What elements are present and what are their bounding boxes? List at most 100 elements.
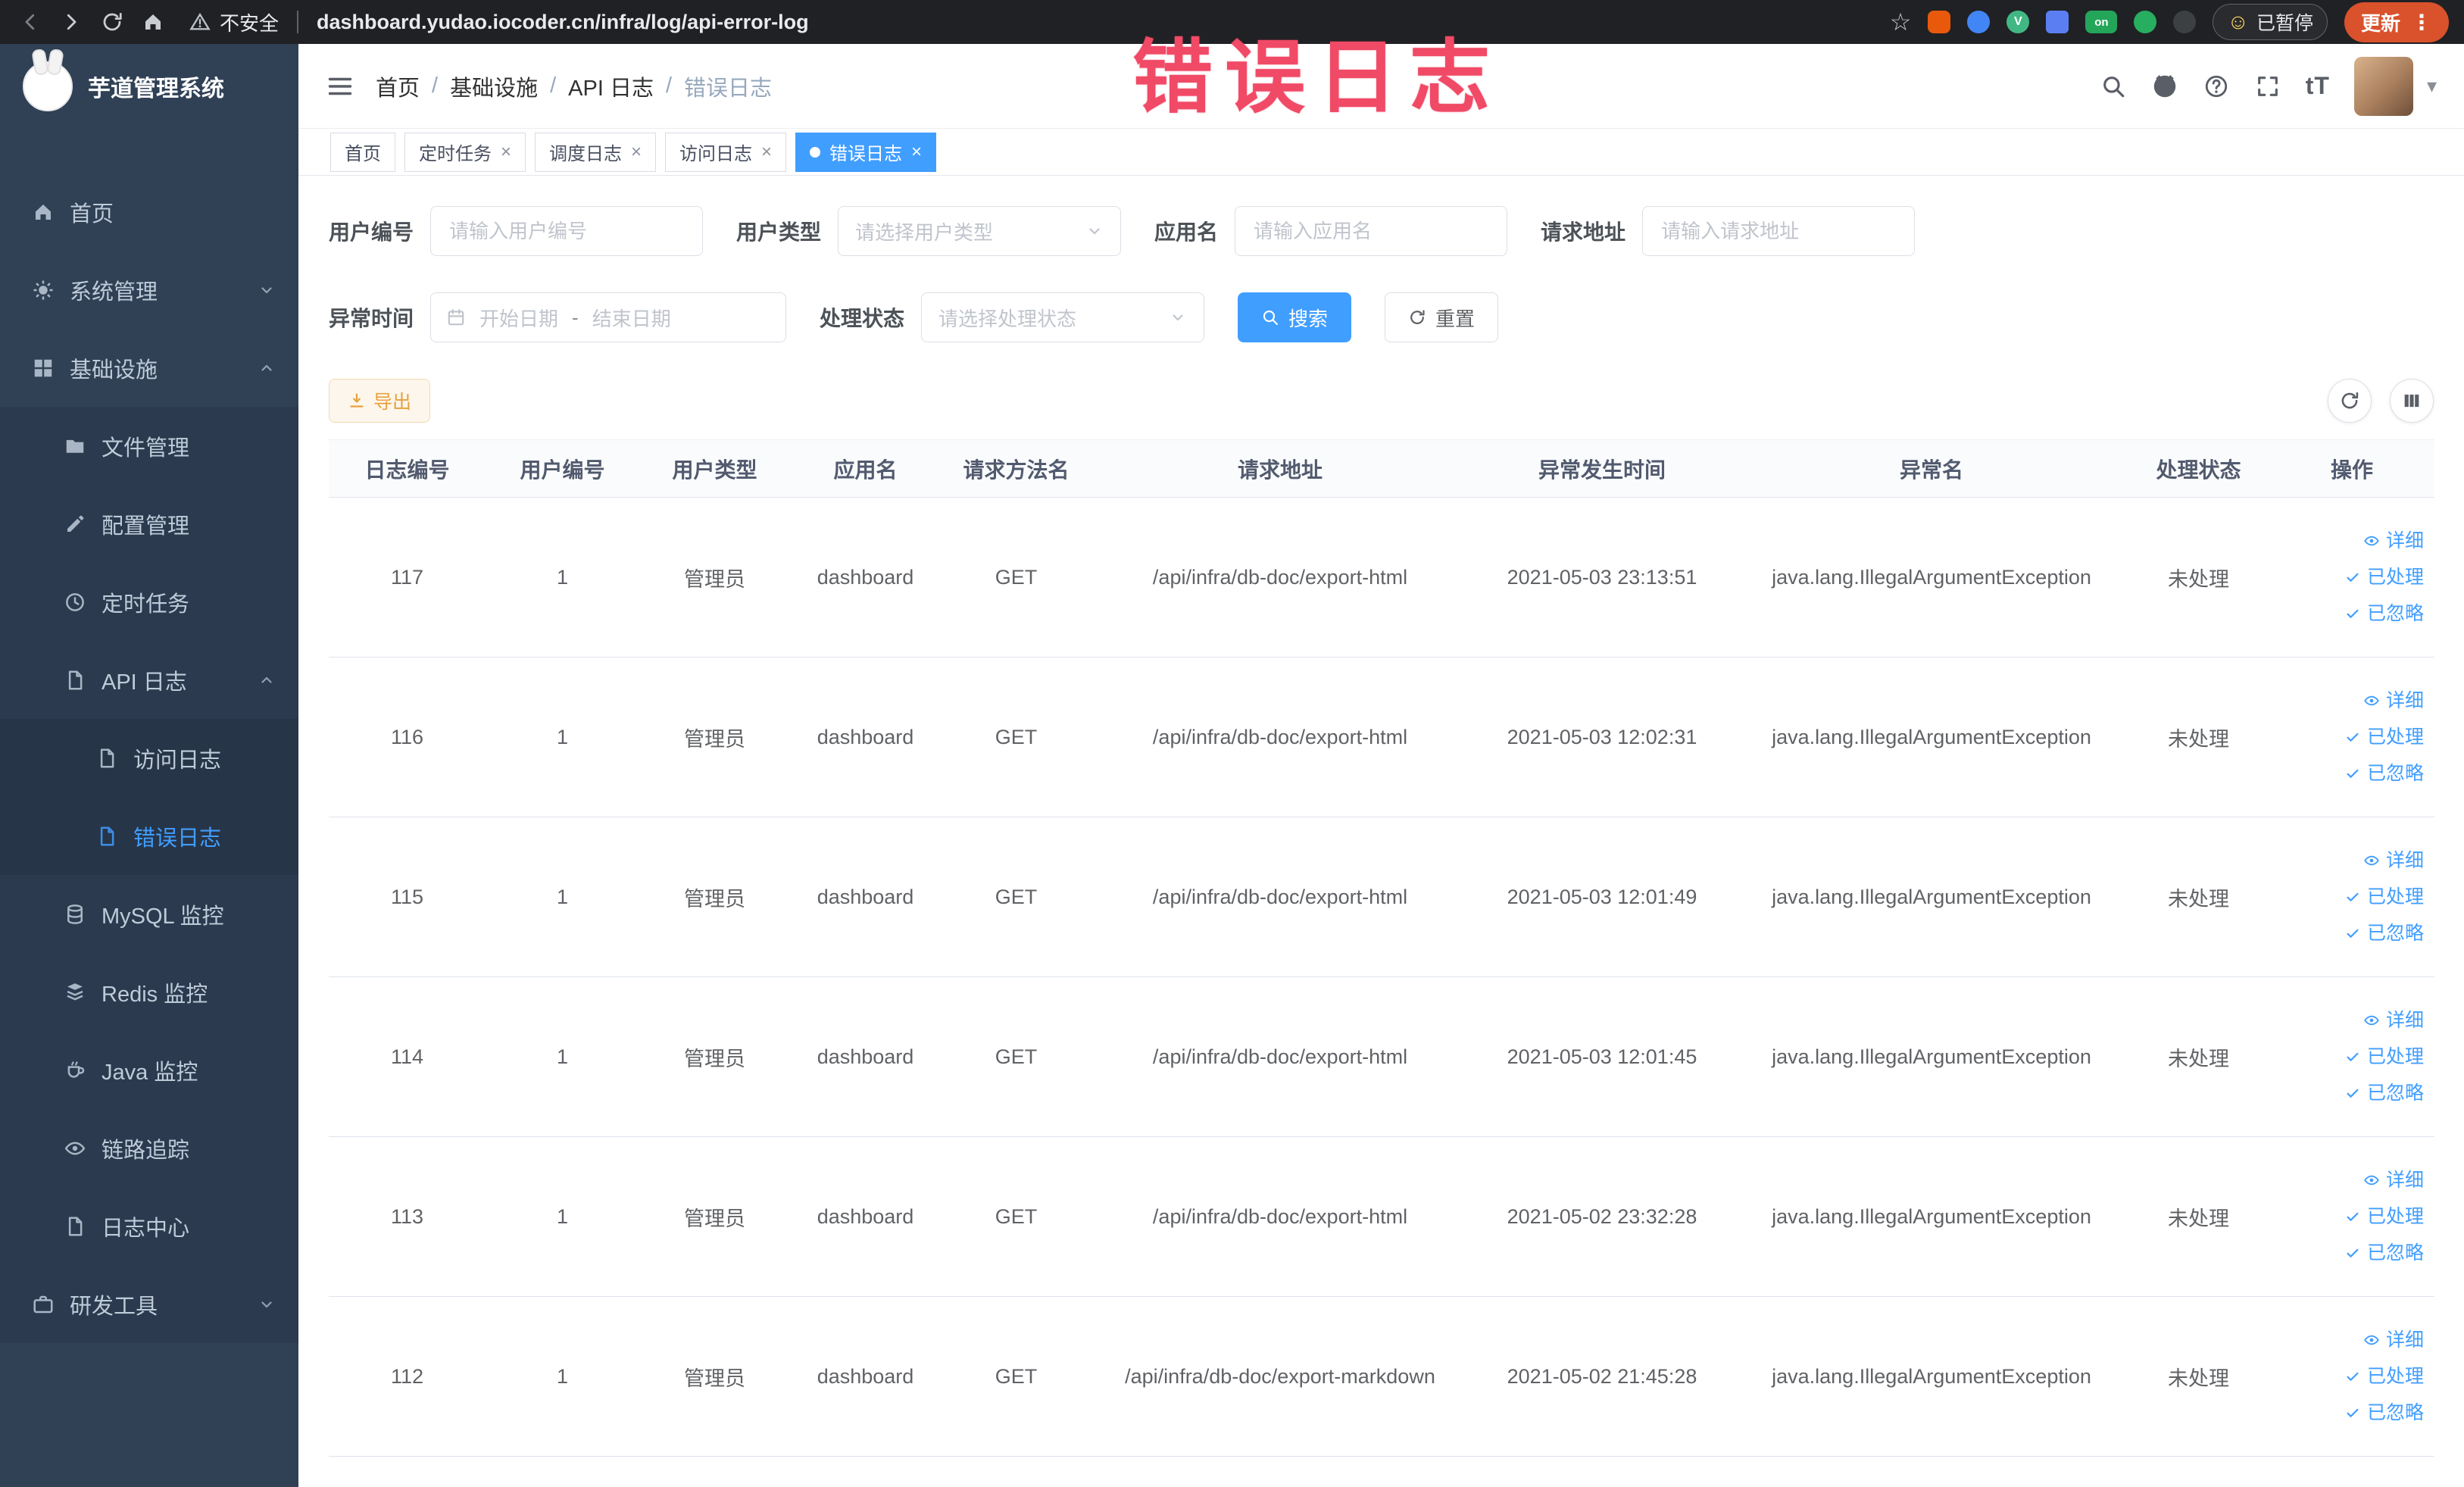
user-id-input[interactable] (430, 206, 704, 256)
eye-icon (2363, 533, 2380, 549)
grid-icon (32, 357, 55, 380)
ignored-link[interactable]: 已忽略 (2275, 1075, 2424, 1111)
breadcrumb-infrastructure[interactable]: 基础设施 (450, 70, 538, 102)
refresh-table-button[interactable] (2328, 379, 2372, 423)
processed-link[interactable]: 已处理 (2275, 1198, 2424, 1235)
search-button[interactable]: 搜索 (1238, 292, 1352, 342)
sidebar-item-infrastructure[interactable]: 基础设施 (0, 329, 298, 407)
extension-icon[interactable] (1928, 11, 1951, 33)
chevron-down-icon (258, 281, 276, 299)
paused-badge-label: 已暂停 (2256, 13, 2313, 34)
forward-icon[interactable] (56, 7, 86, 37)
home-icon[interactable] (138, 7, 168, 37)
error-log-annotation: 错误日志 (1132, 33, 1502, 123)
export-button[interactable]: 导出 (329, 379, 431, 423)
user-avatar[interactable] (2353, 56, 2413, 116)
detail-link[interactable]: 详细 (2275, 523, 2424, 559)
sidebar-item-trace[interactable]: 链路追踪 (0, 1109, 298, 1187)
close-icon[interactable]: × (631, 142, 642, 161)
extension-icon[interactable]: V (2006, 11, 2030, 33)
sidebar-item-java-monitor[interactable]: Java 监控 (0, 1031, 298, 1109)
close-icon[interactable]: × (761, 142, 772, 161)
detail-link[interactable]: 详细 (2275, 1162, 2424, 1198)
processed-link[interactable]: 已处理 (2275, 559, 2424, 595)
extension-icon[interactable] (2134, 11, 2157, 33)
detail-link[interactable]: 详细 (2275, 683, 2424, 719)
browser-menu-icon[interactable]: ⋮ (2411, 10, 2432, 35)
smiley-icon: ☺ (2227, 10, 2249, 33)
sidebar-item-scheduled-tasks[interactable]: 定时任务 (0, 563, 298, 641)
breadcrumb-home[interactable]: 首页 (376, 70, 420, 102)
user-type-select[interactable]: 请选择用户类型 (838, 206, 1122, 256)
request-url-input[interactable] (1642, 206, 1916, 256)
check-icon (2344, 1085, 2361, 1101)
logo[interactable]: 芋道管理系统 (0, 44, 298, 129)
app-name-label: 应用名 (1154, 220, 1219, 244)
sidebar-item-access-log[interactable]: 访问日志 (0, 719, 298, 797)
tab-scheduled-tasks[interactable]: 定时任务 × (404, 132, 526, 172)
sidebar-item-redis-monitor[interactable]: Redis 监控 (0, 953, 298, 1031)
tab-access-log[interactable]: 访问日志 × (665, 132, 787, 172)
reload-icon[interactable] (97, 7, 127, 37)
close-icon[interactable]: × (501, 142, 511, 161)
col-exception-name: 异常名 (1735, 439, 2128, 498)
column-settings-button[interactable] (2390, 379, 2434, 423)
sidebar-item-log-center[interactable]: 日志中心 (0, 1187, 298, 1265)
extension-icon[interactable] (2046, 11, 2069, 33)
extensions-puzzle-icon[interactable] (2173, 11, 2197, 33)
download-icon (348, 392, 366, 410)
process-status-select[interactable]: 请选择处理状态 (921, 292, 1205, 342)
collapse-menu-icon[interactable] (326, 72, 354, 101)
tab-error-log[interactable]: 错误日志 × (795, 132, 937, 172)
check-icon (2344, 729, 2361, 745)
detail-link[interactable]: 详细 (2275, 1002, 2424, 1039)
sidebar-item-error-log[interactable]: 错误日志 (0, 797, 298, 875)
tab-dispatch-log[interactable]: 调度日志 × (535, 132, 657, 172)
toolbox-icon (32, 1293, 55, 1316)
reset-button[interactable]: 重置 (1385, 292, 1499, 342)
sidebar-item-config-management[interactable]: 配置管理 (0, 485, 298, 563)
check-icon (2344, 605, 2361, 622)
help-icon[interactable] (2203, 73, 2230, 100)
paused-badge[interactable]: ☺ 已暂停 (2213, 4, 2328, 40)
address-bar-url[interactable]: dashboard.yudao.iocoder.cn/infra/log/api… (317, 11, 809, 34)
extension-icon[interactable]: on (2085, 11, 2118, 33)
sidebar-item-dev-tools[interactable]: 研发工具 (0, 1265, 298, 1343)
exception-time-range-picker[interactable]: 开始日期 - 结束日期 (430, 292, 787, 342)
close-icon[interactable]: × (911, 142, 922, 161)
bookmark-star-icon[interactable]: ☆ (1890, 8, 1912, 36)
sidebar: 芋道管理系统 首页 系统管理 基础设施 文件管理 配置管理 定时任务 API 日… (0, 44, 298, 1487)
col-actions: 操作 (2269, 439, 2434, 498)
sidebar-item-file-management[interactable]: 文件管理 (0, 407, 298, 485)
extension-icon[interactable] (1967, 11, 1991, 33)
ignored-link[interactable]: 已忽略 (2275, 595, 2424, 632)
tab-home[interactable]: 首页 (330, 132, 395, 172)
ignored-link[interactable]: 已忽略 (2275, 915, 2424, 951)
site-security[interactable]: 不安全 (189, 8, 279, 36)
detail-link[interactable]: 详细 (2275, 842, 2424, 879)
processed-link[interactable]: 已处理 (2275, 879, 2424, 915)
ignored-link[interactable]: 已忽略 (2275, 1235, 2424, 1271)
ignored-link[interactable]: 已忽略 (2275, 755, 2424, 792)
fullscreen-icon[interactable] (2254, 73, 2281, 100)
ignored-link[interactable]: 已忽略 (2275, 1395, 2424, 1431)
processed-link[interactable]: 已处理 (2275, 719, 2424, 755)
sidebar-item-mysql-monitor[interactable]: MySQL 监控 (0, 875, 298, 953)
avatar-caret-icon[interactable]: ▾ (2427, 74, 2437, 98)
sidebar-item-system-management[interactable]: 系统管理 (0, 251, 298, 329)
sidebar-item-api-log[interactable]: API 日志 (0, 641, 298, 719)
detail-link[interactable]: 详细 (2275, 1322, 2424, 1358)
sidebar-item-home[interactable]: 首页 (0, 173, 298, 251)
check-icon (2344, 889, 2361, 905)
back-icon[interactable] (15, 7, 45, 37)
update-button[interactable]: 更新 ⋮ (2344, 2, 2449, 42)
date-range-separator: - (572, 305, 579, 329)
breadcrumb: 首页 / 基础设施 / API 日志 / 错误日志 (376, 70, 772, 102)
font-size-icon[interactable]: tT (2306, 72, 2330, 100)
app-name-input[interactable] (1235, 206, 1508, 256)
breadcrumb-api-log[interactable]: API 日志 (568, 70, 654, 102)
processed-link[interactable]: 已处理 (2275, 1358, 2424, 1395)
search-icon[interactable] (2100, 73, 2127, 100)
github-icon[interactable] (2151, 73, 2178, 100)
processed-link[interactable]: 已处理 (2275, 1039, 2424, 1075)
